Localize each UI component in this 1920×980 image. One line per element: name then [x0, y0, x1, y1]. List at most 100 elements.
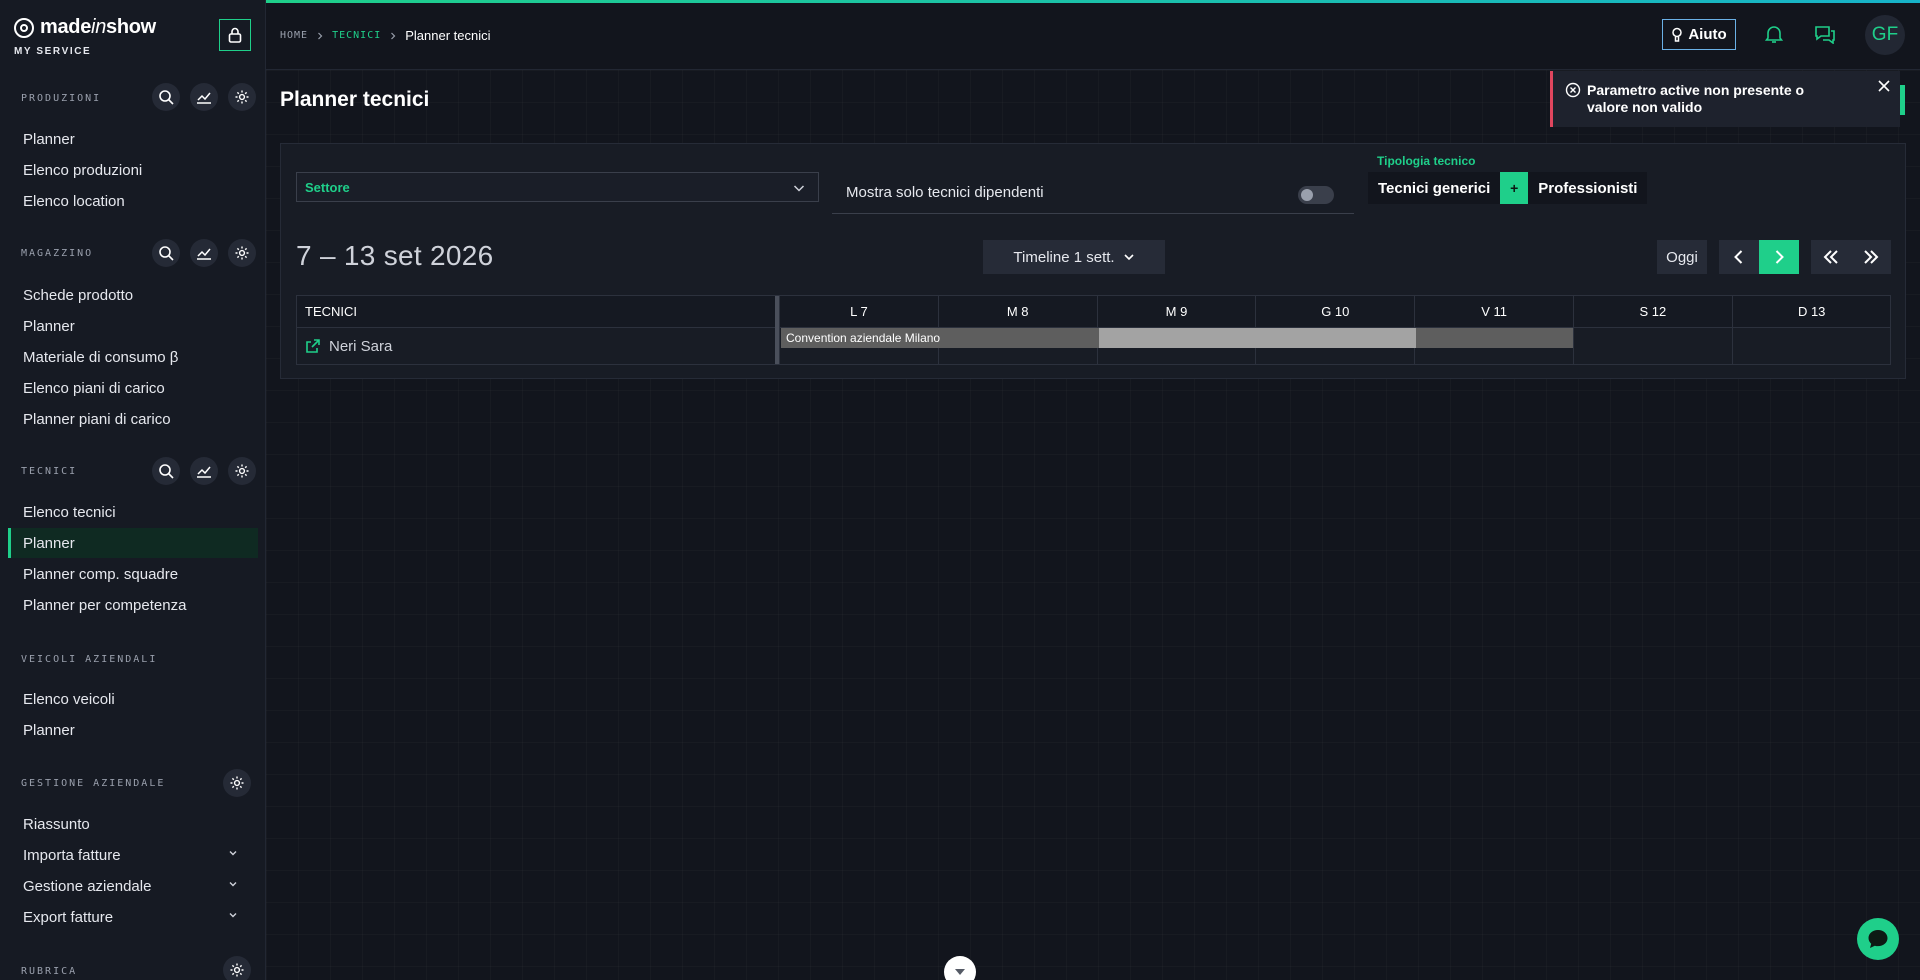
sidebar-item-riassunto[interactable]: Riassunto — [8, 809, 258, 839]
next-month-button[interactable] — [1851, 240, 1891, 274]
brand-name: madeinshow — [40, 16, 156, 38]
help-button[interactable]: Aiuto — [1662, 19, 1736, 50]
sidebar: madeinshow MY SERVICE PRODUZIONI Planner… — [0, 0, 266, 980]
event-bar[interactable]: Convention aziendale Milano — [781, 328, 1099, 348]
sector-select-label: Settore — [305, 179, 350, 195]
sidebar-item-label: Gestione aziendale — [23, 877, 152, 895]
chevron-down-icon — [955, 969, 965, 975]
settings-button[interactable] — [228, 83, 256, 111]
breadcrumb-tecnici[interactable]: TECNICI — [332, 30, 381, 41]
previous-month-button[interactable] — [1811, 240, 1851, 274]
sidebar-item-planner-per-competenza[interactable]: Planner per competenza — [8, 590, 258, 620]
chart-icon — [197, 248, 211, 260]
toast-message: Parametro active non presente o valore n… — [1587, 82, 1805, 115]
stats-button[interactable] — [190, 239, 218, 267]
chat-icon[interactable] — [1814, 24, 1836, 44]
toggle-label: Mostra solo tecnici dipendenti — [846, 184, 1044, 201]
chevron-down-icon — [229, 882, 237, 887]
chevron-down-icon — [229, 851, 237, 856]
sidebar-item-elenco-tecnici[interactable]: Elenco tecnici — [8, 497, 258, 527]
double-chevron-left-icon — [1823, 250, 1838, 264]
help-label: Aiuto — [1688, 26, 1727, 43]
sidebar-item-elenco-piani-carico[interactable]: Elenco piani di carico — [8, 373, 258, 403]
previous-week-button[interactable] — [1719, 240, 1759, 274]
breadcrumb: HOME TECNICI Planner tecnici — [280, 28, 491, 43]
tipologia-label: Tipologia tecnico — [1377, 154, 1476, 168]
tipologia-segmented: Tecnici generici + Professionisti — [1368, 172, 1648, 204]
tipologia-option-professionisti[interactable]: Professionisti — [1528, 172, 1648, 204]
search-button[interactable] — [152, 83, 180, 111]
scroll-down-button[interactable] — [944, 956, 976, 980]
next-week-button[interactable] — [1759, 240, 1799, 274]
search-button[interactable] — [152, 239, 180, 267]
stats-button[interactable] — [190, 83, 218, 111]
table-header-row: TECNICI L 7M 8M 9G 10 V 11 S 12 D 13 — [297, 296, 1890, 328]
header-divider — [266, 69, 1920, 70]
today-button[interactable]: Oggi — [1657, 240, 1707, 274]
sidebar-item-elenco-location[interactable]: Elenco location — [8, 186, 258, 216]
section-title-magazzino: MAGAZZINO — [21, 248, 94, 259]
column-resize-handle[interactable] — [775, 296, 779, 364]
sidebar-item-materiale-consumo[interactable]: Materiale di consumo β — [8, 342, 258, 372]
avatar[interactable]: GF — [1865, 15, 1905, 55]
brand-logo-icon — [14, 17, 34, 38]
section-tools-produzioni — [152, 83, 256, 111]
close-icon[interactable] — [1876, 78, 1892, 94]
chevron-left-icon — [1734, 250, 1743, 264]
day-header: M 9 — [1096, 296, 1256, 327]
dipendenti-toggle-field: Mostra solo tecnici dipendenti — [832, 172, 1354, 214]
date-range-title: 7 – 13 set 2026 — [296, 240, 494, 271]
sidebar-item-export-fatture[interactable]: Export fatture — [8, 902, 258, 932]
breadcrumb-home[interactable]: HOME — [280, 30, 308, 41]
column-header-tecnici: TECNICI — [305, 304, 357, 319]
settings-button[interactable] — [228, 239, 256, 267]
event-bar[interactable] — [1098, 328, 1417, 348]
dipendenti-toggle[interactable] — [1298, 186, 1334, 204]
sidebar-item-planner-veicoli[interactable]: Planner — [8, 715, 258, 745]
sidebar-item-planner-tecnici[interactable]: Planner — [8, 528, 258, 558]
sidebar-item-planner-magazzino[interactable]: Planner — [8, 311, 258, 341]
day-header: M 8 — [937, 296, 1097, 327]
settings-button[interactable] — [228, 457, 256, 485]
settings-button[interactable] — [223, 956, 251, 980]
technician-cell[interactable]: Neri Sara — [297, 328, 775, 364]
sidebar-item-planner-piani-carico[interactable]: Planner piani di carico — [8, 404, 258, 434]
sidebar-item-elenco-produzioni[interactable]: Elenco produzioni — [8, 155, 258, 185]
stats-button[interactable] — [190, 457, 218, 485]
section-title-veicoli: VEICOLI AZIENDALI — [21, 654, 158, 665]
search-button[interactable] — [152, 457, 180, 485]
sidebar-item-importa-fatture[interactable]: Importa fatture — [8, 840, 258, 870]
external-link-icon[interactable] — [305, 338, 321, 354]
top-accent-bar — [266, 0, 1920, 3]
sector-select[interactable]: Settore — [296, 172, 819, 202]
sidebar-item-planner-produzioni[interactable]: Planner — [8, 124, 258, 154]
section-title-produzioni: PRODUZIONI — [21, 93, 102, 104]
sidebar-item-schede-prodotto[interactable]: Schede prodotto — [8, 280, 258, 310]
gear-icon — [230, 776, 244, 790]
settings-button[interactable] — [223, 769, 251, 797]
sidebar-item-planner-comp-squadre[interactable]: Planner comp. squadre — [8, 559, 258, 589]
sidebar-item-elenco-veicoli[interactable]: Elenco veicoli — [8, 684, 258, 714]
lock-button[interactable] — [219, 19, 251, 51]
gear-icon — [235, 246, 249, 260]
section-tools-tecnici — [152, 457, 256, 485]
sidebar-item-gestione-aziendale[interactable]: Gestione aziendale — [8, 871, 258, 901]
day-header: L 7 — [779, 296, 938, 327]
section-tools-magazzino — [152, 239, 256, 267]
gear-icon — [235, 464, 249, 478]
event-bar[interactable] — [1416, 328, 1573, 348]
planner-timeline-table: TECNICI L 7M 8M 9G 10 V 11 S 12 D 13 Neri S… — [296, 295, 1891, 365]
double-chevron-right-icon — [1864, 250, 1879, 264]
tipologia-add-button[interactable]: + — [1500, 172, 1529, 204]
bell-icon[interactable] — [1765, 24, 1783, 44]
sidebar-item-label: Importa fatture — [23, 846, 121, 864]
day-cell[interactable] — [1731, 328, 1891, 364]
tipologia-option-generici[interactable]: Tecnici generici — [1368, 172, 1501, 204]
support-chat-button[interactable] — [1857, 918, 1899, 960]
day-cell[interactable] — [1573, 328, 1732, 364]
section-tools-gestione — [223, 769, 251, 797]
lock-icon — [228, 27, 242, 43]
table-row[interactable]: Neri Sara Convention aziendale Milano — [297, 328, 1890, 364]
timeline-view-dropdown[interactable]: Timeline 1 sett. — [983, 240, 1165, 274]
gear-icon — [230, 963, 244, 977]
